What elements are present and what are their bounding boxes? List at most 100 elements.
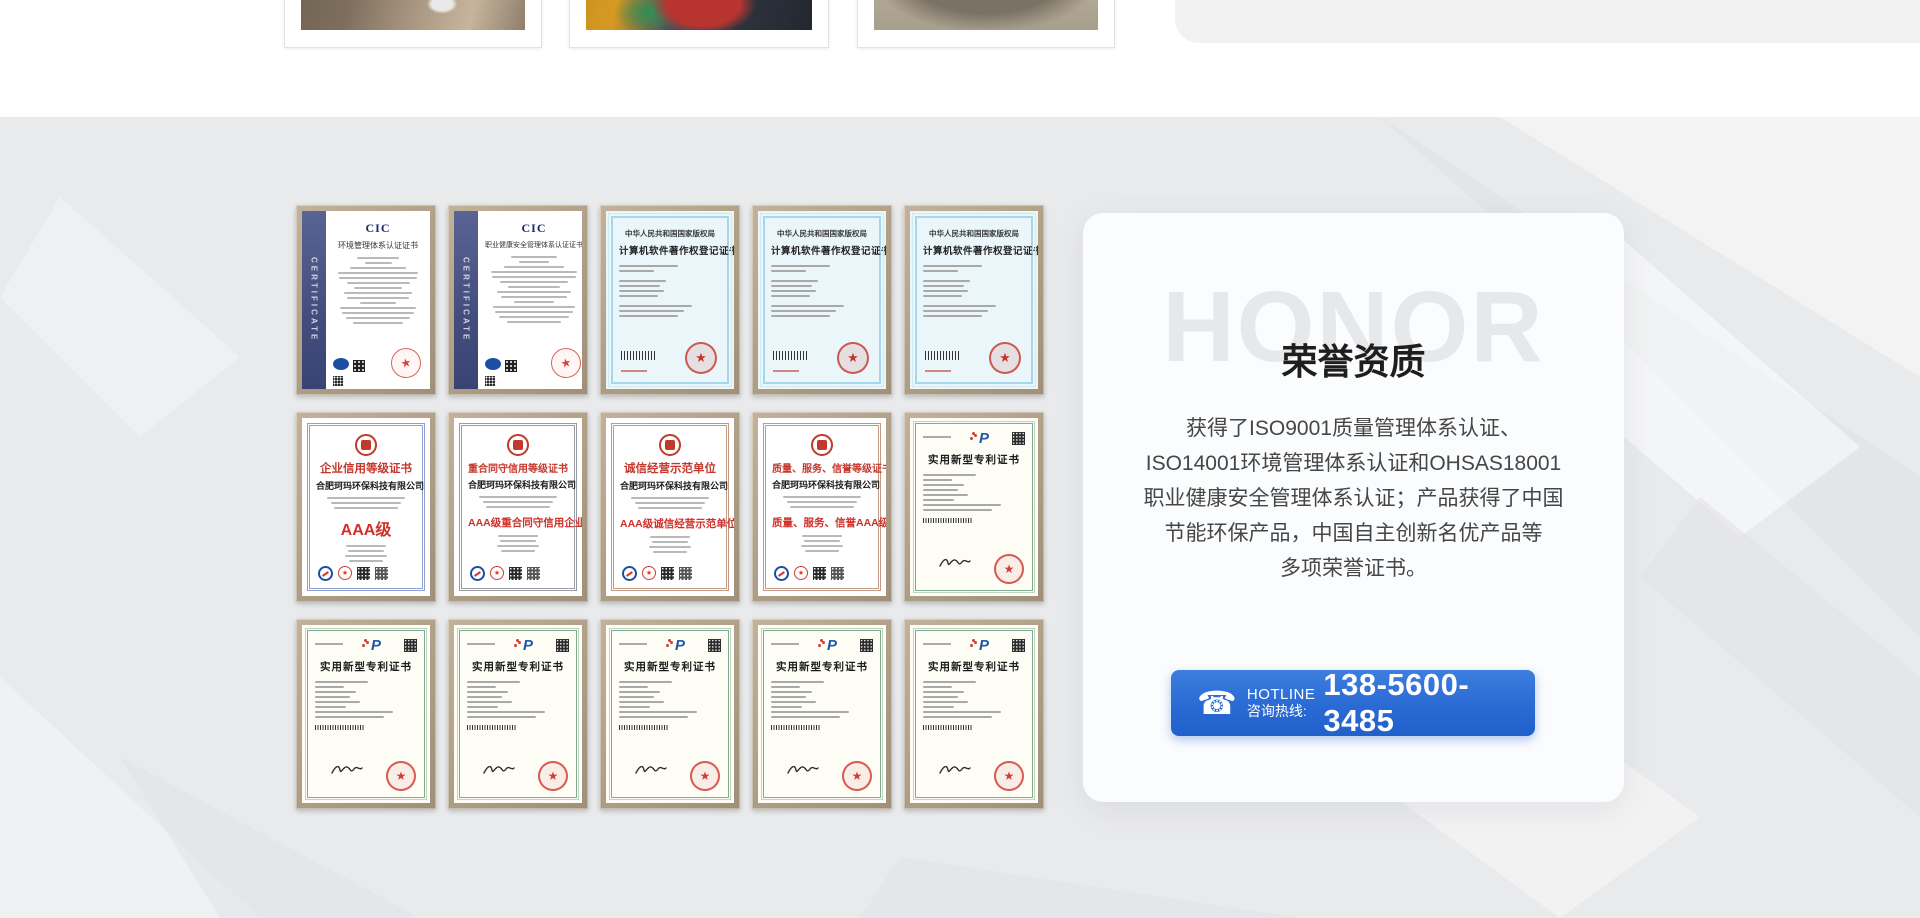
honor-description: 获得了ISO9001质量管理体系认证、 ISO14001环境管理体系认证和OHS…	[1113, 411, 1594, 586]
qr-code-icon	[375, 567, 388, 580]
honor-title: 荣誉资质	[1083, 333, 1624, 385]
barcode-icon	[315, 725, 365, 730]
certificate-company: 合肥珂玛环保科技有限公司	[620, 479, 720, 492]
red-star-seal-icon: ★	[338, 566, 352, 580]
certificate-title: 实用新型专利证书	[771, 659, 873, 674]
credit-blue-logo-icon	[774, 566, 789, 581]
certificate-award: AAA级诚信经营示范单位	[620, 516, 720, 531]
red-star-stamp-icon: ★	[548, 345, 582, 381]
red-seal-icon	[507, 434, 529, 456]
hotline-labels: HOTLINE 咨询热线:	[1247, 687, 1316, 719]
barcode-icon	[467, 725, 517, 730]
phone-icon: ☎	[1197, 687, 1237, 719]
page: CERTIFICATECIC环境管理体系认证证书★CERTIFICATECIC职…	[0, 0, 1920, 918]
certificate-side-band: CERTIFICATE	[302, 211, 326, 389]
qr-code-icon	[556, 639, 569, 652]
honor-description-line: 多项荣誉证书。	[1113, 551, 1594, 586]
certificate-patent[interactable]: P实用新型专利证书★	[904, 412, 1044, 602]
certificate-band-text: CERTIFICATE	[462, 257, 471, 342]
certificate-patent[interactable]: P 实用新型专利证书 ★	[600, 619, 740, 809]
certificate-company: 合肥珂玛环保科技有限公司	[316, 479, 416, 492]
certificate-credit[interactable]: 质量、服务、信誉等级证书合肥珂玛环保科技有限公司质量、服务、信誉AAA级企业 ★	[752, 412, 892, 602]
honor-section: CERTIFICATECIC环境管理体系认证证书★CERTIFICATECIC职…	[0, 117, 1920, 918]
honor-description-line: 获得了ISO9001质量管理体系认证、	[1113, 411, 1594, 446]
certificate-patent[interactable]: P实用新型专利证书★	[448, 619, 588, 809]
barcode-icon	[925, 351, 959, 360]
certificate-title: 企业信用等级证书	[316, 460, 416, 476]
patent-red-stamp-icon: ★	[690, 761, 720, 791]
certificate-title: 实用新型专利证书	[619, 659, 721, 674]
certificate-title: 计算机软件著作权登记证书	[619, 243, 721, 257]
certificate-patent[interactable]: P实用新型专利证书★	[904, 619, 1044, 809]
certificate-company: 合肥珂玛环保科技有限公司	[772, 478, 872, 491]
signature-icon	[634, 762, 668, 783]
qr-code-icon	[527, 567, 540, 580]
certificate-text-lines	[467, 681, 569, 718]
certificate-copyright[interactable]: 中华人民共和国国家版权局计算机软件著作权登记证书★	[904, 205, 1044, 395]
certificate-title: 实用新型专利证书	[315, 659, 417, 674]
previous-section-strip	[0, 0, 1920, 117]
project-photo-card[interactable]	[284, 0, 542, 48]
project-photo-card[interactable]	[857, 0, 1115, 48]
cnipa-logo-icon: P	[647, 639, 708, 653]
qr-code-icon	[353, 360, 365, 372]
certificate-paper: 中华人民共和国国家版权局计算机软件著作权登记证书★	[758, 211, 886, 389]
certificate-side-band: CERTIFICATE	[454, 211, 478, 389]
certificate-paper: CERTIFICATECIC环境管理体系认证证书★	[302, 211, 430, 389]
barcode-icon	[619, 725, 669, 730]
honor-description-line: 职业健康安全管理体系认证；产品获得了中国	[1113, 481, 1594, 516]
certificate-title: 实用新型专利证书	[923, 659, 1025, 674]
certificate-band-text: CERTIFICATE	[310, 257, 319, 342]
certificate-credit[interactable]: 企业信用等级证书合肥珂玛环保科技有限公司AAA级★	[296, 412, 436, 602]
certificate-grid: CERTIFICATECIC环境管理体系认证证书★CERTIFICATECIC职…	[296, 205, 1044, 809]
qr-code-icon	[813, 567, 826, 580]
qr-code-icon	[831, 567, 844, 580]
certificate-cic[interactable]: CERTIFICATECIC环境管理体系认证证书★	[296, 205, 436, 395]
barcode-icon	[923, 725, 973, 730]
certificate-text-lines	[333, 257, 423, 324]
cic-seal-icon	[485, 358, 501, 370]
certificate-credit[interactable]: 重合同守信用等级证书合肥珂玛环保科技有限公司AAA级重合同守信用企业★	[448, 412, 588, 602]
honor-card: HONOR 荣誉资质 获得了ISO9001质量管理体系认证、 ISO14001环…	[1083, 213, 1624, 802]
previous-section-panel	[1175, 0, 1920, 43]
certificate-title: 实用新型专利证书	[467, 659, 569, 674]
certificate-authority: 中华人民共和国国家版权局	[619, 228, 721, 239]
certificate-paper: CERTIFICATECIC职业健康安全管理体系认证证书★	[454, 211, 582, 389]
certificate-credit[interactable]: 诚信经营示范单位合肥珂玛环保科技有限公司AAA级诚信经营示范单位★	[600, 412, 740, 602]
certificate-paper: 质量、服务、信誉等级证书合肥珂玛环保科技有限公司质量、服务、信誉AAA级企业 ★	[758, 418, 886, 596]
red-seal-icon	[659, 434, 681, 456]
patent-red-stamp-icon: ★	[994, 761, 1024, 791]
certificate-authority: 中华人民共和国国家版权局	[771, 228, 873, 239]
red-star-seal-icon: ★	[794, 566, 808, 580]
signature-icon	[938, 762, 972, 783]
certificate-title: 计算机软件著作权登记证书	[923, 243, 1025, 257]
certificate-title: 职业健康安全管理体系认证证书	[485, 240, 582, 250]
signature-icon	[938, 555, 972, 576]
certificate-title: 重合同守信用等级证书	[468, 460, 568, 475]
certificate-patent[interactable]: P实用新型专利证书★	[752, 619, 892, 809]
certificate-copyright[interactable]: 中华人民共和国国家版权局计算机软件著作权登记证书★	[752, 205, 892, 395]
project-photo-card[interactable]	[569, 0, 829, 48]
red-star-seal-icon: ★	[490, 566, 504, 580]
project-photo-excavation	[301, 0, 525, 30]
certificate-copyright[interactable]: 中华人民共和国国家版权局计算机软件著作权登记证书★	[600, 205, 740, 395]
certificate-paper: 企业信用等级证书合肥珂玛环保科技有限公司AAA级★	[302, 418, 430, 596]
cnipa-logo-icon: P	[799, 639, 860, 653]
certificate-patent[interactable]: P实用新型专利证书★	[296, 619, 436, 809]
certificate-cic[interactable]: CERTIFICATECIC职业健康安全管理体系认证证书★	[448, 205, 588, 395]
certificate-title: 质量、服务、信誉等级证书	[772, 460, 872, 475]
red-seal-icon	[811, 434, 833, 456]
certificate-text-lines	[468, 496, 568, 508]
certificate-text-lines	[923, 681, 1025, 718]
patent-red-stamp-icon: ★	[994, 554, 1024, 584]
certificate-text-lines	[619, 681, 721, 718]
certificate-title: 计算机软件著作权登记证书	[771, 243, 873, 257]
hotline-button[interactable]: ☎ HOTLINE 咨询热线: 138-5600-3485	[1171, 670, 1535, 736]
patent-red-stamp-icon: ★	[538, 761, 568, 791]
hotline-number: 138-5600-3485	[1323, 667, 1535, 739]
qr-code-icon	[357, 567, 370, 580]
certificate-award: 质量、服务、信誉AAA级企业	[772, 515, 872, 530]
credit-blue-logo-icon	[470, 566, 485, 581]
barcode-icon	[773, 351, 807, 360]
certificate-title: 实用新型专利证书	[923, 452, 1025, 467]
